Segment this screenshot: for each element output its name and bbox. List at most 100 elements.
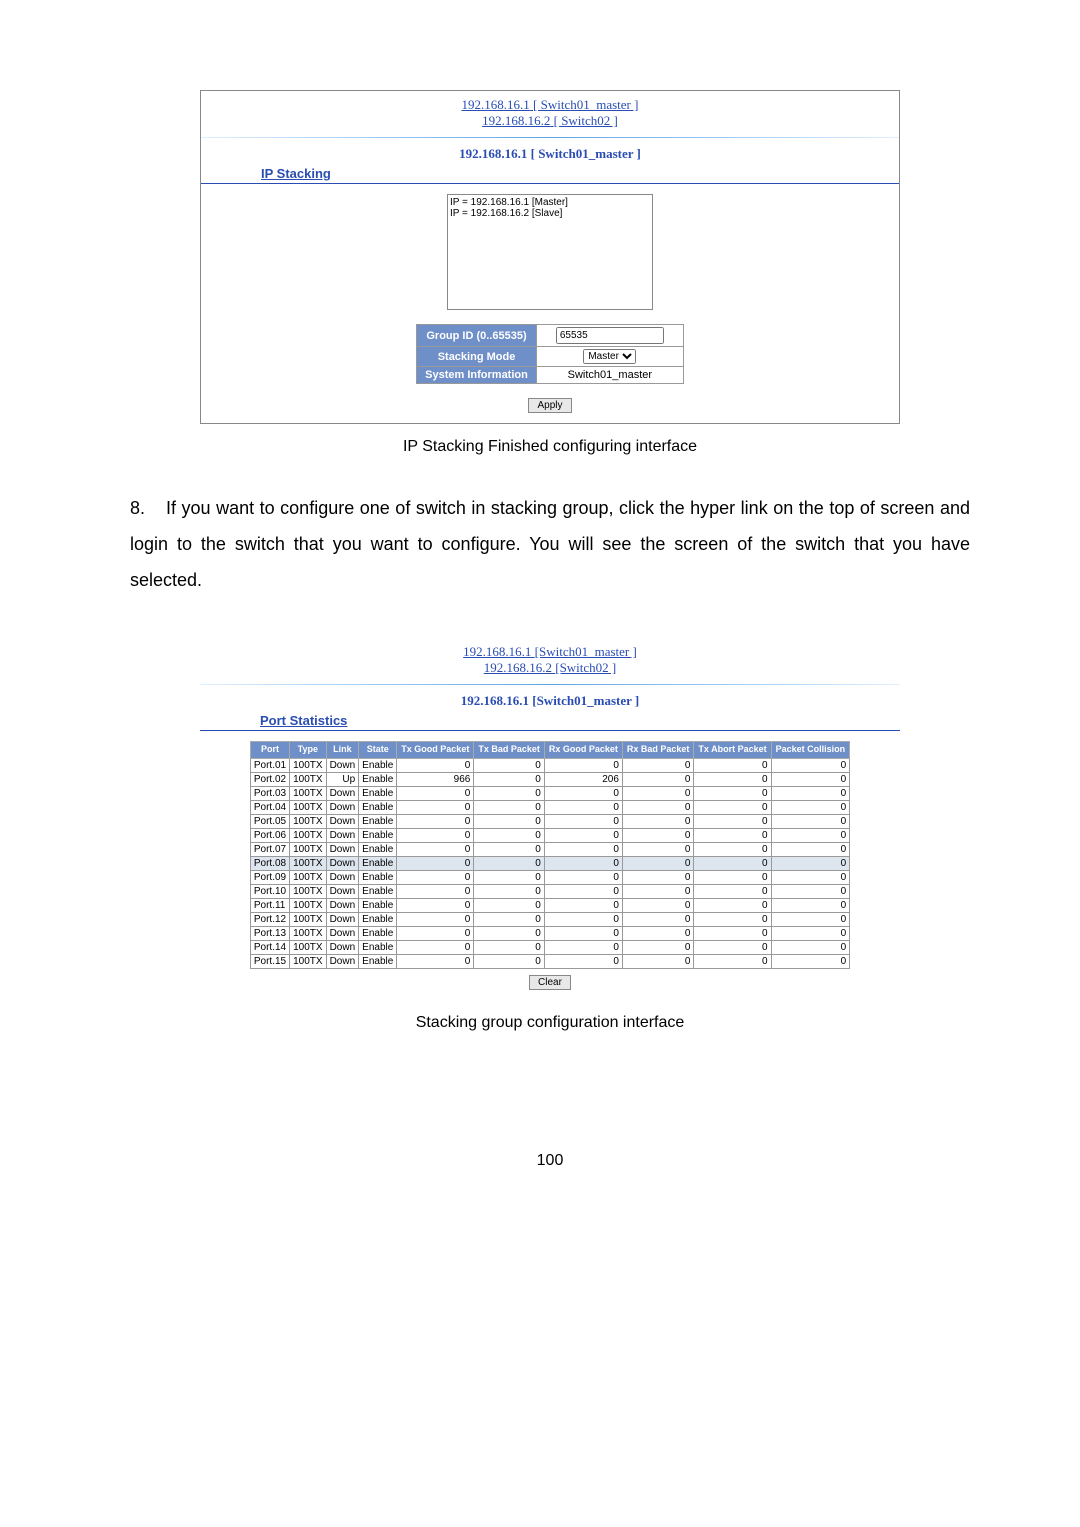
th-txbad: Tx Bad Packet — [474, 742, 545, 759]
cell: 0 — [474, 884, 545, 898]
list-item[interactable]: IP = 192.168.16.1 [Master] — [450, 197, 650, 208]
clear-button[interactable]: Clear — [529, 975, 571, 990]
cell: Up — [326, 772, 359, 786]
cell: Enable — [359, 926, 397, 940]
cell: 0 — [771, 800, 850, 814]
cell: 0 — [474, 772, 545, 786]
figure1-caption: IP Stacking Finished configuring interfa… — [200, 438, 900, 456]
cell: 0 — [544, 884, 622, 898]
cell: 0 — [771, 940, 850, 954]
cell: 0 — [622, 800, 694, 814]
cell: 0 — [771, 814, 850, 828]
link-switch1[interactable]: 192.168.16.1 [ Switch01_master ] — [462, 97, 639, 112]
cell: 100TX — [290, 856, 326, 870]
cell: 0 — [622, 954, 694, 968]
select-stacking-mode[interactable]: Master — [583, 349, 636, 364]
value-system-info: Switch01_master — [536, 367, 683, 384]
cell: 0 — [397, 898, 474, 912]
cell: 0 — [474, 842, 545, 856]
label-system-info: System Information — [417, 367, 537, 384]
cell: Enable — [359, 828, 397, 842]
cell: 0 — [544, 926, 622, 940]
cell: Port.11 — [250, 898, 289, 912]
cell: 0 — [474, 786, 545, 800]
top-links-2: 192.168.16.1 [Switch01_master ] 192.168.… — [200, 638, 900, 680]
cell: Enable — [359, 940, 397, 954]
table-row: Port.07100TXDownEnable000000 — [250, 842, 849, 856]
cell: 0 — [622, 758, 694, 772]
cell: Enable — [359, 786, 397, 800]
cell: 0 — [771, 828, 850, 842]
figure2-caption: Stacking group configuration interface — [200, 1014, 900, 1032]
cell: 0 — [771, 856, 850, 870]
config-table: Group ID (0..65535) Stacking Mode Master… — [416, 324, 684, 384]
cell: Port.12 — [250, 912, 289, 926]
page-number: 100 — [130, 1152, 970, 1170]
cell: 100TX — [290, 940, 326, 954]
table-row: Port.12100TXDownEnable000000 — [250, 912, 849, 926]
link-switch2-b[interactable]: 192.168.16.2 [Switch02 ] — [484, 660, 617, 675]
table-row: Port.04100TXDownEnable000000 — [250, 800, 849, 814]
cell: 100TX — [290, 926, 326, 940]
cell: 0 — [694, 926, 771, 940]
table-row: Port.01100TXDownEnable000000 — [250, 758, 849, 772]
cell: 0 — [544, 954, 622, 968]
link-switch2[interactable]: 192.168.16.2 [ Switch02 ] — [482, 113, 618, 128]
cell: 0 — [771, 870, 850, 884]
cell: 0 — [397, 800, 474, 814]
cell: Down — [326, 912, 359, 926]
cell: 0 — [694, 884, 771, 898]
cell: 100TX — [290, 912, 326, 926]
cell: Down — [326, 786, 359, 800]
cell: 0 — [694, 800, 771, 814]
th-rxgood: Rx Good Packet — [544, 742, 622, 759]
cell: Port.15 — [250, 954, 289, 968]
th-state: State — [359, 742, 397, 759]
cell: 0 — [474, 800, 545, 814]
cell: Port.08 — [250, 856, 289, 870]
cell: 100TX — [290, 898, 326, 912]
table-row: Port.08100TXDownEnable000000 — [250, 856, 849, 870]
ip-listbox[interactable]: IP = 192.168.16.1 [Master] IP = 192.168.… — [447, 194, 653, 310]
heading-port-statistics: Port Statistics — [200, 713, 900, 728]
cell: 0 — [397, 926, 474, 940]
input-group-id[interactable] — [556, 327, 664, 344]
cell: 0 — [622, 912, 694, 926]
cell: 0 — [544, 758, 622, 772]
table-row: Port.09100TXDownEnable000000 — [250, 870, 849, 884]
list-item[interactable]: IP = 192.168.16.2 [Slave] — [450, 208, 650, 219]
cell: Down — [326, 856, 359, 870]
cell: 100TX — [290, 786, 326, 800]
cell: 100TX — [290, 800, 326, 814]
cell: 0 — [771, 898, 850, 912]
cell: 0 — [771, 926, 850, 940]
top-links: 192.168.16.1 [ Switch01_master ] 192.168… — [201, 91, 899, 133]
link-switch1-b[interactable]: 192.168.16.1 [Switch01_master ] — [463, 644, 637, 659]
apply-button[interactable]: Apply — [528, 398, 571, 413]
cell: Port.04 — [250, 800, 289, 814]
cell: 0 — [622, 884, 694, 898]
th-link: Link — [326, 742, 359, 759]
cell: 0 — [694, 940, 771, 954]
cell: 0 — [474, 940, 545, 954]
cell: Enable — [359, 954, 397, 968]
cell: Port.03 — [250, 786, 289, 800]
heading-ip-stacking: IP Stacking — [201, 166, 899, 181]
cell: 0 — [694, 870, 771, 884]
cell: Down — [326, 800, 359, 814]
cell: 0 — [474, 828, 545, 842]
cell: 0 — [622, 870, 694, 884]
cell: 0 — [622, 772, 694, 786]
cell: 100TX — [290, 828, 326, 842]
cell: 0 — [694, 898, 771, 912]
cell: 100TX — [290, 772, 326, 786]
cell: 966 — [397, 772, 474, 786]
cell: 0 — [771, 954, 850, 968]
cell: 0 — [544, 870, 622, 884]
th-type: Type — [290, 742, 326, 759]
th-txabort: Tx Abort Packet — [694, 742, 771, 759]
cell: Enable — [359, 912, 397, 926]
figure-port-statistics: 192.168.16.1 [Switch01_master ] 192.168.… — [200, 638, 900, 1032]
cell: Port.05 — [250, 814, 289, 828]
cell: 100TX — [290, 954, 326, 968]
